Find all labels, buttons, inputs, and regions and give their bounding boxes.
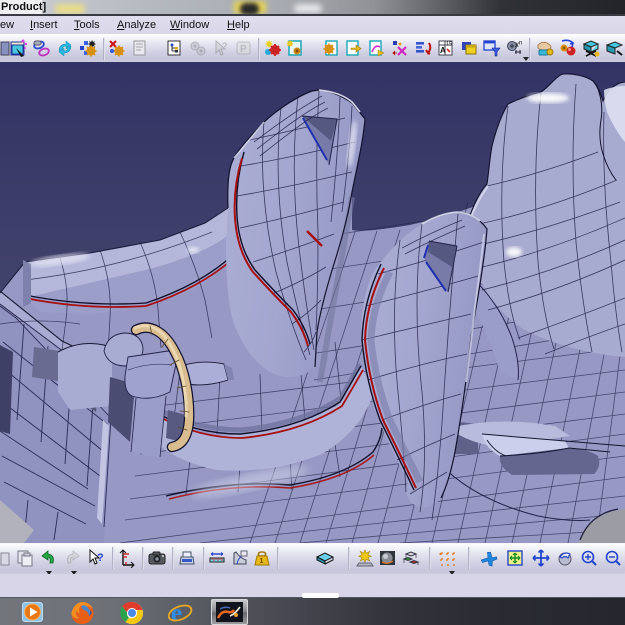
svg-text:?: ? [222,41,228,51]
svg-text:15: 15 [446,42,452,48]
svg-text:P: P [240,44,247,55]
svg-text:?: ? [97,552,104,564]
svg-text:1: 1 [260,558,264,565]
svg-text:n: n [519,41,522,47]
svg-text:e: e [171,601,182,625]
